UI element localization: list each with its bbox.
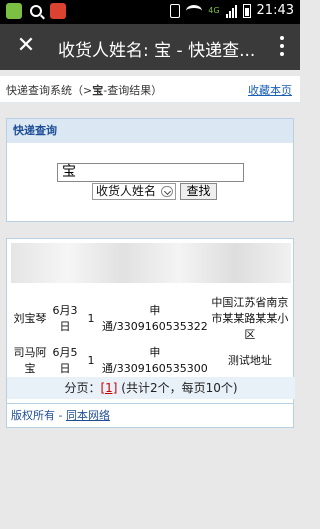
cell-address: 中国江苏省南京市某某路某某小区 — [211, 296, 289, 341]
copyright-prefix: 版权所有 - — [11, 409, 66, 422]
cell-count: 1 — [87, 353, 95, 367]
pager-summary: (共计2个，每页10个) — [121, 381, 238, 395]
search-field-select[interactable]: 收货人姓名 — [92, 183, 176, 200]
pager: 分页：[1] (共计2个，每页10个) — [7, 377, 295, 399]
table-row: 司马阿宝 6月5日 1 申通/3309160535300 测试地址 — [11, 343, 291, 377]
status-bar: 4G 21:43 — [0, 0, 300, 24]
app-bar: ✕ 收货人姓名: 宝 - 快递查... — [0, 24, 300, 70]
favorite-link[interactable]: 收藏本页 — [248, 82, 292, 98]
redacted-header — [11, 243, 291, 283]
cell-tracking: 申通/3309160535300 — [102, 346, 208, 375]
breadcrumb-current: 宝 — [92, 84, 104, 97]
more-options-icon[interactable] — [276, 34, 288, 58]
results-table: 刘宝琴 6月3日 1 申通/3309160535322 中国江苏省南京市某某路某… — [11, 293, 291, 377]
app-notification-icon — [6, 3, 22, 19]
close-icon[interactable]: ✕ — [12, 32, 40, 60]
search-input[interactable]: 宝 — [57, 163, 244, 182]
breadcrumb-result: 查询结果 — [107, 84, 152, 97]
table-row: 刘宝琴 6月3日 1 申通/3309160535322 中国江苏省南京市某某路某… — [11, 293, 291, 343]
copyright-footer: 版权所有 - 同本网络 — [6, 404, 294, 428]
search-button[interactable]: 查找 — [180, 183, 217, 200]
search-field-value: 收货人姓名 — [96, 184, 157, 198]
clock: 21:43 — [256, 3, 294, 18]
chevron-down-icon — [161, 186, 173, 197]
breadcrumb: 快递查询系统（>宝-查询结果） 收藏本页 — [0, 76, 300, 103]
pager-prefix: 分页： — [64, 381, 101, 395]
breadcrumb-path: 快递查询系统（>宝-查询结果） — [6, 84, 163, 97]
search-notification-icon — [30, 5, 42, 17]
page-link-1[interactable]: [1] — [100, 381, 117, 395]
wifi-icon — [186, 4, 203, 17]
network-type: 4G — [208, 5, 220, 15]
cell-name: 刘宝琴 — [13, 312, 47, 325]
results-panel: 刘宝琴 6月3日 1 申通/3309160535322 中国江苏省南京市某某路某… — [6, 238, 295, 404]
breadcrumb-system: 快递查询系统 — [6, 84, 72, 97]
search-panel: 快递查询 宝 收货人姓名 查找 — [6, 118, 294, 222]
search-panel-title: 快递查询 — [7, 119, 293, 143]
cell-tracking: 申通/3309160535322 — [102, 304, 208, 333]
cell-date: 6月5日 — [52, 346, 78, 375]
signal-icon — [225, 4, 237, 18]
footer-link[interactable]: 同本网络 — [66, 409, 110, 422]
page-title: 收货人姓名: 宝 - 快递查... — [58, 41, 256, 61]
app-badge-icon — [50, 3, 66, 19]
cell-count: 1 — [87, 311, 95, 325]
battery-icon — [242, 3, 251, 18]
cell-date: 6月3日 — [52, 304, 78, 333]
cell-name: 司马阿宝 — [13, 346, 47, 375]
cell-address: 测试地址 — [227, 354, 272, 367]
sim-icon — [170, 3, 181, 18]
